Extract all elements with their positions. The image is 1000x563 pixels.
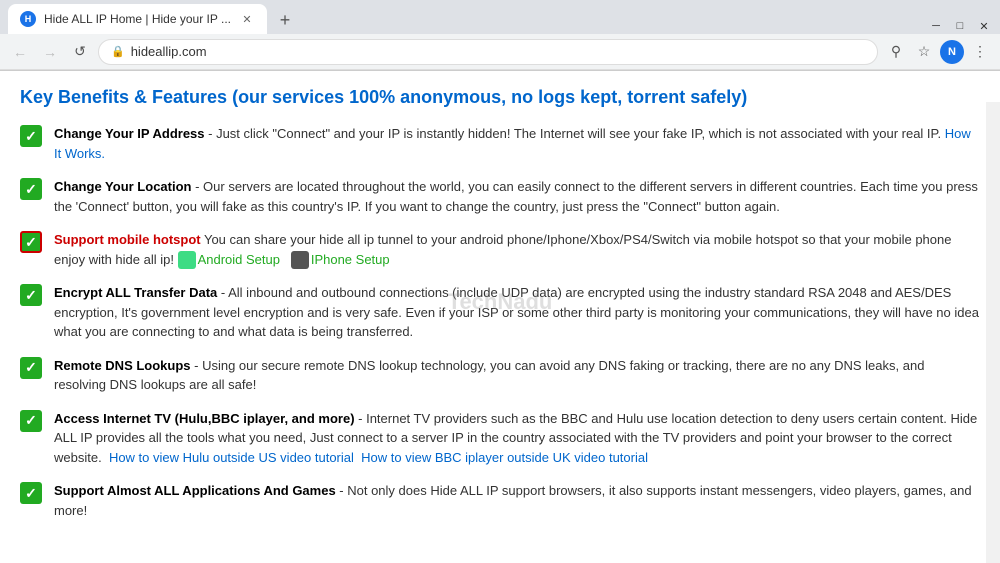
active-tab[interactable]: H Hide ALL IP Home | Hide your IP ... ✕: [8, 4, 267, 34]
apple-icon: [291, 251, 309, 269]
page-heading: Key Benefits & Features (our services 10…: [20, 87, 980, 108]
feature-text-change-ip: Change Your IP Address - Just click "Con…: [54, 124, 980, 163]
feature-text-remote-dns: Remote DNS Lookups - Using our secure re…: [54, 356, 980, 395]
close-button[interactable]: ✕: [976, 18, 992, 34]
feature-change-location: Change Your Location - Our servers are l…: [20, 177, 980, 216]
feature-title-support-apps: Support Almost ALL Applications And Game…: [54, 483, 336, 498]
feature-title-mobile-hotspot: Support mobile hotspot: [54, 232, 201, 247]
feature-body-change-ip: - Just click "Connect" and your IP is in…: [205, 126, 945, 141]
bbc-tutorial-link[interactable]: How to view BBC iplayer outside UK video…: [361, 450, 648, 465]
check-icon-encrypt-data: [20, 284, 44, 308]
feature-text-encrypt-data: Encrypt ALL Transfer Data - All inbound …: [54, 283, 980, 342]
refresh-button[interactable]: ↺: [68, 40, 92, 64]
tab-close-button[interactable]: ✕: [239, 11, 255, 27]
user-avatar[interactable]: N: [940, 40, 964, 64]
feature-support-apps: Support Almost ALL Applications And Game…: [20, 481, 980, 520]
check-icon-support-apps: [20, 482, 44, 506]
url-text: hideallip.com: [131, 44, 207, 59]
feature-title-encrypt-data: Encrypt ALL Transfer Data: [54, 285, 217, 300]
check-icon-change-location: [20, 178, 44, 202]
feature-mobile-hotspot: Support mobile hotspot You can share you…: [20, 230, 980, 269]
maximize-button[interactable]: □: [952, 18, 968, 34]
tab-favicon: H: [20, 11, 36, 27]
page-content: Key Benefits & Features (our services 10…: [0, 71, 1000, 532]
check-icon-mobile-hotspot: [20, 231, 44, 255]
check-icon-remote-dns: [20, 357, 44, 381]
feature-encrypt-data: Encrypt ALL Transfer Data - All inbound …: [20, 283, 980, 342]
new-tab-button[interactable]: +: [271, 6, 299, 34]
menu-icon[interactable]: ⋮: [968, 40, 992, 64]
feature-text-mobile-hotspot: Support mobile hotspot You can share you…: [54, 230, 980, 269]
minimize-button[interactable]: ─: [928, 18, 944, 34]
feature-title-change-ip: Change Your IP Address: [54, 126, 205, 141]
feature-title-remote-dns: Remote DNS Lookups: [54, 358, 191, 373]
feature-title-change-location: Change Your Location: [54, 179, 191, 194]
android-icon: [178, 251, 196, 269]
url-field[interactable]: 🔒 hideallip.com: [98, 39, 878, 65]
feature-title-access-tv: Access Internet TV (Hulu,BBC iplayer, an…: [54, 411, 355, 426]
check-icon-change-ip: [20, 125, 44, 149]
check-icon-access-tv: [20, 410, 44, 434]
iphone-setup-link[interactable]: IPhone Setup: [311, 250, 390, 270]
tab-title: Hide ALL IP Home | Hide your IP ...: [44, 12, 231, 26]
scrollbar[interactable]: [986, 102, 1000, 563]
feature-change-ip: Change Your IP Address - Just click "Con…: [20, 124, 980, 163]
hulu-tutorial-link[interactable]: How to view Hulu outside US video tutori…: [109, 450, 354, 465]
feature-access-tv: Access Internet TV (Hulu,BBC iplayer, an…: [20, 409, 980, 468]
android-setup-link[interactable]: Android Setup: [198, 250, 280, 270]
feature-text-change-location: Change Your Location - Our servers are l…: [54, 177, 980, 216]
feature-text-access-tv: Access Internet TV (Hulu,BBC iplayer, an…: [54, 409, 980, 468]
feature-remote-dns: Remote DNS Lookups - Using our secure re…: [20, 356, 980, 395]
bookmark-star-icon[interactable]: ☆: [912, 40, 936, 64]
back-button[interactable]: ←: [8, 40, 32, 64]
search-icon[interactable]: ⚲: [884, 40, 908, 64]
lock-icon: 🔒: [111, 45, 125, 58]
feature-body-change-location: - Our servers are located throughout the…: [54, 179, 978, 214]
forward-button[interactable]: →: [38, 40, 62, 64]
feature-text-support-apps: Support Almost ALL Applications And Game…: [54, 481, 980, 520]
